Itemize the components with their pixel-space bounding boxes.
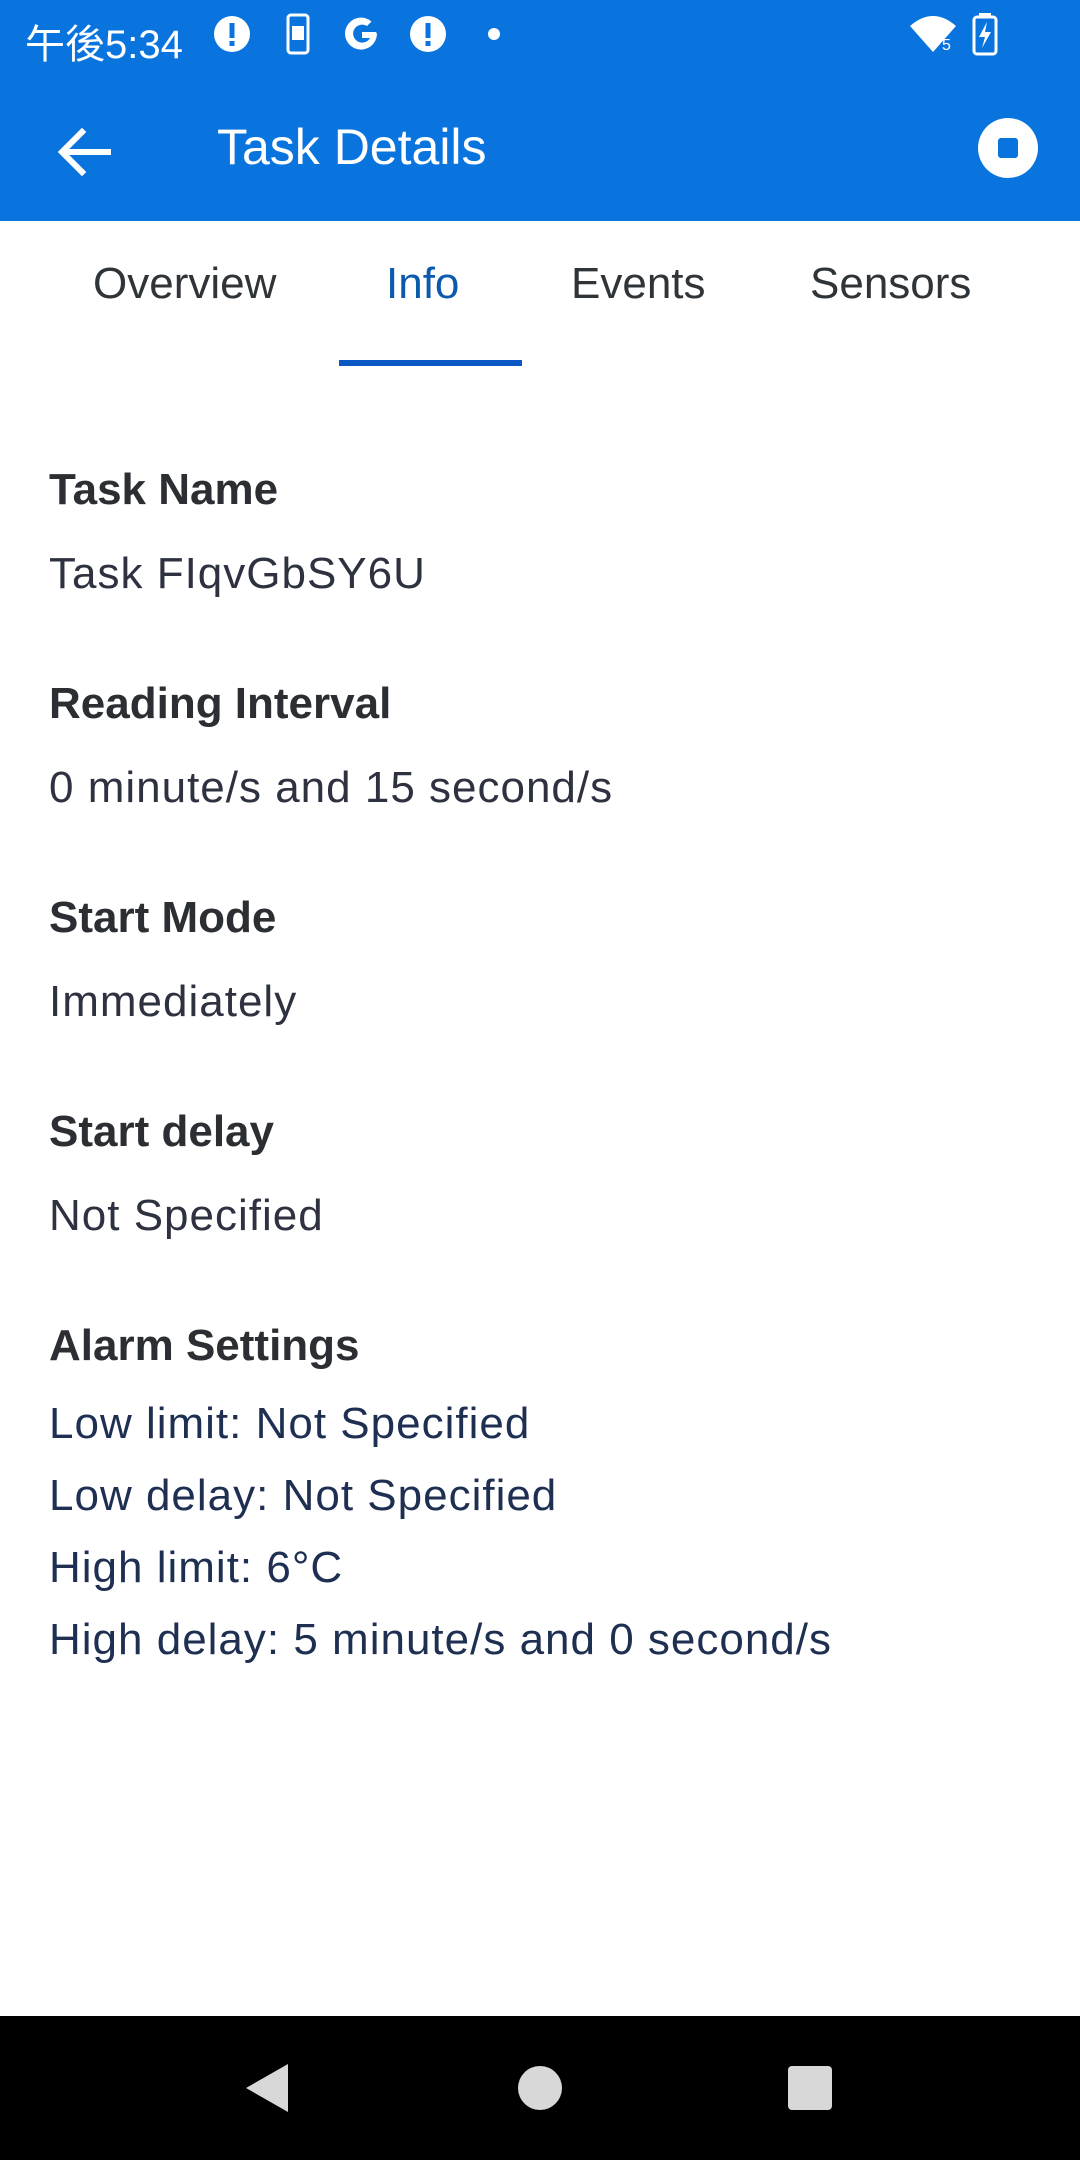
wifi-icon: 5 [910,16,956,54]
google-icon [345,17,377,50]
info-content: Task Name Task FIqvGbSY6U Reading Interv… [49,460,1029,1746]
tab-sensors[interactable]: Sensors [810,259,971,309]
tab-info[interactable]: Info [386,259,459,309]
battery-charging-icon [972,13,998,56]
alert-icon [214,16,250,52]
reading-interval-value: 0 minute/s and 15 second/s [49,763,614,812]
start-mode-section: Start Mode Immediately [49,888,1029,1032]
system-nav-bar [0,2016,1080,2160]
task-name-value: Task FIqvGbSY6U [49,549,426,598]
dot-icon [488,28,500,40]
alarm-settings-section: Alarm Settings Low limit: Not Specified … [49,1316,1029,1676]
active-tab-indicator [339,360,522,366]
app-bar: 午後5:34 5 Task Details [0,0,1080,221]
alarm-low-delay: Low delay: Not Specified [49,1471,558,1520]
back-triangle-icon[interactable] [230,2052,302,2124]
alarm-low-limit: Low limit: Not Specified [49,1399,531,1448]
status-time: 午後5:34 [25,23,183,67]
toolbar: Task Details [0,74,1080,221]
tab-bar: Overview Info Events Sensors [0,221,1080,367]
alarm-high-limit: High limit: 6°C [49,1543,344,1592]
start-mode-value: Immediately [49,977,298,1026]
tab-overview[interactable]: Overview [93,259,276,309]
tab-events[interactable]: Events [571,259,706,309]
start-delay-label: Start delay [49,1107,274,1156]
start-delay-section: Start delay Not Specified [49,1102,1029,1246]
alarm-high-delay: High delay: 5 minute/s and 0 second/s [49,1615,833,1664]
alarm-settings-list: Low limit: Not Specified Low delay: Not … [49,1388,1029,1676]
phone-icon [286,13,310,55]
reading-interval-label: Reading Interval [49,679,392,728]
reading-interval-section: Reading Interval 0 minute/s and 15 secon… [49,674,1029,818]
home-circle-icon[interactable] [504,2052,576,2124]
alert-icon [410,16,446,52]
task-name-section: Task Name Task FIqvGbSY6U [49,460,1029,604]
status-bar: 午後5:34 5 [0,0,1080,74]
page-title: Task Details [217,119,487,175]
stop-icon[interactable] [976,116,1040,180]
start-delay-value: Not Specified [49,1191,324,1240]
start-mode-label: Start Mode [49,893,277,942]
task-name-label: Task Name [49,465,279,514]
wifi-badge: 5 [942,37,951,54]
back-arrow-icon[interactable] [48,116,120,188]
recents-square-icon[interactable] [774,2052,846,2124]
alarm-settings-label: Alarm Settings [49,1321,360,1370]
